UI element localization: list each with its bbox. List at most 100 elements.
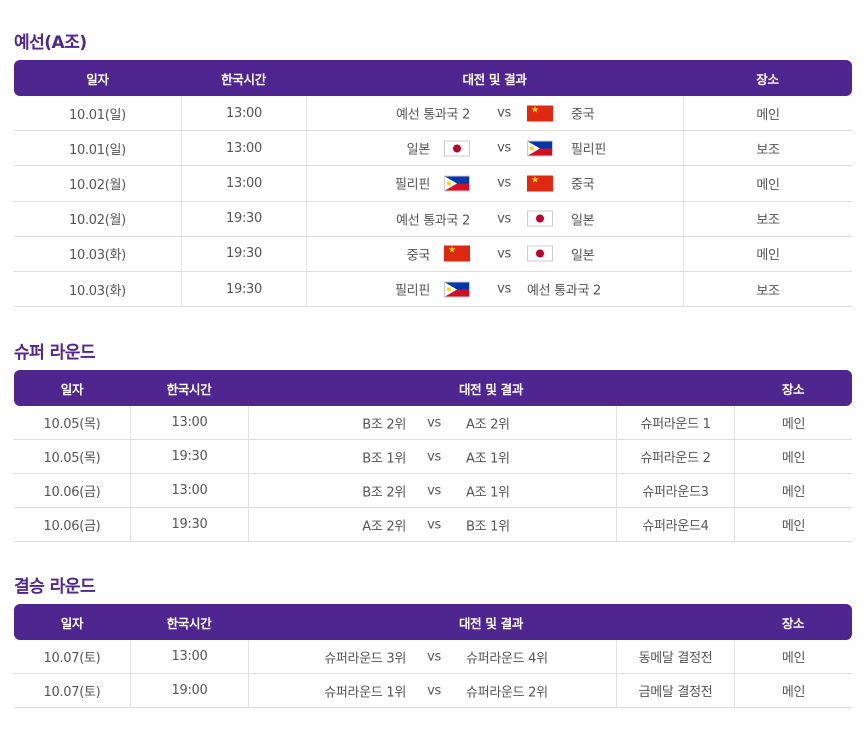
home-team: A조 2위 xyxy=(362,515,406,534)
match-line: B조 1위 vs A조 1위 xyxy=(249,440,616,473)
date-cell: 10.03(화) xyxy=(14,237,181,272)
away-team-name: 중국 xyxy=(571,107,595,123)
time-cell: 13:00 xyxy=(181,96,306,132)
away-team-name: 슈퍼라운드 2위 xyxy=(466,685,548,700)
away-team: 예선 통과국 2 xyxy=(527,280,601,299)
home-team: B조 2위 xyxy=(362,413,406,432)
time-cell: 19:30 xyxy=(130,440,248,474)
section-title-group-a: 예선(A조) xyxy=(14,33,87,53)
table-row: 10.02(월) 19:30 예선 통과국 2 vs 일본 보조 xyxy=(14,201,852,237)
round-note-cell: 슈퍼라운드 2 xyxy=(616,440,735,474)
match-cell: 중국 vs 일본 xyxy=(306,236,683,272)
china-flag-icon xyxy=(527,105,553,122)
japan-flag-icon xyxy=(527,245,553,262)
time-cell: 19:30 xyxy=(181,201,306,237)
venue-cell: 메인 xyxy=(734,440,853,474)
vs-label: vs xyxy=(497,105,511,121)
vs-label: vs xyxy=(497,175,511,191)
match-line: 필리핀 vs 중국 xyxy=(307,166,683,200)
home-team: 슈퍼라운드 3위 xyxy=(324,647,406,666)
away-team: 중국 xyxy=(527,104,595,123)
col-header-date: 일자 xyxy=(14,604,130,640)
match-cell: 필리핀 vs 예선 통과국 2 xyxy=(306,271,683,308)
vs-label: vs xyxy=(497,246,511,262)
date-cell: 10.07(토) xyxy=(14,640,130,674)
away-team: 일본 xyxy=(527,209,595,229)
final-round-schedule-table: 일자 한국시간 대전 및 결과 장소 10.07(토) 13:00 슈퍼라운드 3위… xyxy=(14,604,853,708)
table-header-row: 일자 한국시간 대전 및 결과 장소 xyxy=(14,604,853,640)
venue-cell: 메인 xyxy=(734,406,853,440)
home-team: 예선 통과국 2 xyxy=(396,104,470,123)
away-team: A조 2위 xyxy=(466,413,510,432)
group-a-schedule-table: 일자 한국시간 대전 및 결과 장소 10.01(일) 13:00 예선 통과국 2… xyxy=(14,60,852,308)
home-team-name: 필리핀 xyxy=(395,283,430,299)
time-cell: 19:30 xyxy=(130,508,248,542)
home-team: 일본 xyxy=(407,139,470,158)
vs-label: vs xyxy=(427,415,441,430)
section-title-super-round: 슈퍼 라운드 xyxy=(14,343,96,363)
home-team-name: A조 2위 xyxy=(362,519,406,534)
col-header-time: 한국시간 xyxy=(181,60,306,96)
time-cell: 13:00 xyxy=(130,640,248,674)
col-header-venue: 장소 xyxy=(734,370,853,406)
match-cell: 슈퍼라운드 3위 vs 슈퍼라운드 4위 xyxy=(248,640,616,674)
date-cell: 10.02(월) xyxy=(14,166,181,202)
away-team: 슈퍼라운드 4위 xyxy=(466,647,548,666)
match-line: 슈퍼라운드 1위 vs 슈퍼라운드 2위 xyxy=(249,674,616,707)
table-header-row: 일자 한국시간 대전 및 결과 장소 xyxy=(14,370,853,406)
home-team-name: 필리핀 xyxy=(395,177,430,193)
match-cell: 필리핀 vs 중국 xyxy=(306,166,683,202)
away-team-name: 필리핀 xyxy=(571,142,606,158)
round-note-cell: 슈퍼라운드4 xyxy=(616,508,735,542)
time-cell: 19:00 xyxy=(130,674,248,708)
away-team: 중국 xyxy=(527,174,595,193)
match-cell: B조 2위 vs A조 2위 xyxy=(248,406,616,440)
away-team-name: 중국 xyxy=(571,177,595,193)
table-header-row: 일자 한국시간 대전 및 결과 장소 xyxy=(14,60,852,96)
away-team-name: 예선 통과국 2 xyxy=(527,283,601,299)
away-team-name: 일본 xyxy=(571,213,595,229)
time-cell: 19:30 xyxy=(181,271,306,308)
venue-cell: 보조 xyxy=(683,271,852,308)
vs-label: vs xyxy=(497,211,511,227)
home-team-name: 중국 xyxy=(406,248,431,264)
venue-cell: 메인 xyxy=(734,508,853,542)
date-cell: 10.06(금) xyxy=(14,508,130,542)
philippines-flag-icon xyxy=(444,281,470,298)
venue-cell: 보조 xyxy=(683,201,852,237)
home-team-name: B조 2위 xyxy=(362,417,406,432)
date-cell: 10.07(토) xyxy=(14,674,130,708)
venue-cell: 메인 xyxy=(683,236,852,272)
home-team-name: 예선 통과국 2 xyxy=(396,213,470,229)
china-flag-icon xyxy=(444,245,470,262)
table-row: 10.07(토) 13:00 슈퍼라운드 3위 vs 슈퍼라운드 4위 동메달 결정전 메인 xyxy=(14,640,853,674)
match-cell: B조 1위 vs A조 1위 xyxy=(248,440,616,474)
match-line: 중국 vs 일본 xyxy=(307,237,683,271)
table-row: 10.02(월)13:00 필리핀 vs 중국 메인 xyxy=(14,166,852,202)
away-team: A조 1위 xyxy=(466,481,510,500)
away-team: 일본 xyxy=(527,244,595,264)
away-team-name: 일본 xyxy=(571,248,595,264)
venue-cell: 메인 xyxy=(683,96,852,132)
col-header-date: 일자 xyxy=(14,370,130,406)
vs-label: vs xyxy=(427,683,441,698)
table-row: 10.03(화)19:30 중국 vs 일본 메인 xyxy=(14,236,852,272)
date-cell: 10.03(화) xyxy=(14,272,181,308)
col-header-venue: 장소 xyxy=(683,60,852,96)
vs-label: vs xyxy=(427,517,441,532)
home-team: 필리핀 xyxy=(395,280,470,299)
match-cell: 예선 통과국 2 vs 일본 xyxy=(306,201,683,237)
match-cell: 일본 vs 필리핀 xyxy=(306,131,683,167)
round-note-cell: 슈퍼라운드 1 xyxy=(616,406,735,440)
vs-label: vs xyxy=(497,140,511,156)
home-team: B조 2위 xyxy=(362,481,406,500)
venue-cell: 메인 xyxy=(734,640,853,674)
date-cell: 10.05(목) xyxy=(14,440,130,474)
table-row: 10.07(토) 19:00 슈퍼라운드 1위 vs 슈퍼라운드 2위 금메달 결정전 메인 xyxy=(14,674,853,708)
round-note-cell: 금메달 결정전 xyxy=(616,674,735,708)
match-line: 예선 통과국 2 vs 일본 xyxy=(307,202,683,236)
home-team-name: 일본 xyxy=(406,142,431,158)
date-cell: 10.02(월) xyxy=(14,202,181,237)
col-header-time: 한국시간 xyxy=(130,370,248,406)
col-header-venue: 장소 xyxy=(734,604,853,640)
